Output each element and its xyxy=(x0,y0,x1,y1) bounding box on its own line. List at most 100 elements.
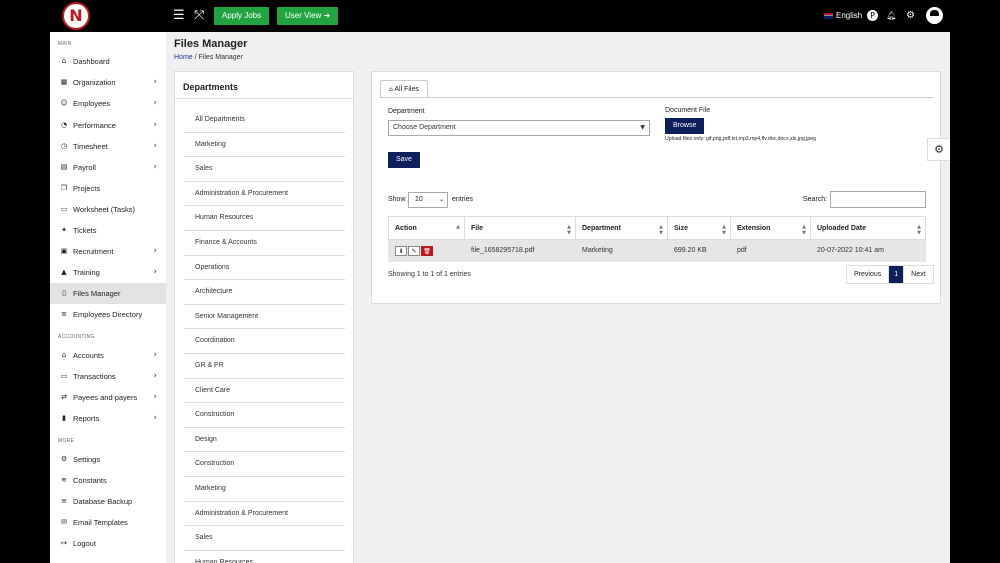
sidebar-item-constants[interactable]: ≋ Constants xyxy=(50,470,166,491)
department-item[interactable]: Administration & Procurement xyxy=(184,182,345,207)
top-bar: N ☰ ⤧ Apply Jobs User View ➜ English P 🔔… xyxy=(50,0,950,32)
bell-icon[interactable]: 🔔︎ xyxy=(886,10,897,21)
browse-button[interactable]: Browse xyxy=(665,118,705,134)
department-item[interactable]: Operations xyxy=(184,256,345,281)
layers-icon: ≋ xyxy=(61,476,67,484)
avatar[interactable] xyxy=(926,7,943,24)
p-badge-icon[interactable]: P xyxy=(867,10,878,21)
department-item[interactable]: Construction xyxy=(184,452,345,477)
save-button[interactable]: Save xyxy=(388,152,420,168)
column-header-department[interactable]: Department ▲ ▼ xyxy=(575,216,668,240)
department-item[interactable]: Architecture xyxy=(184,280,345,305)
sidebar-item-label: Organization xyxy=(73,78,116,87)
department-item[interactable]: All Departments xyxy=(184,108,345,133)
department-item[interactable]: Marketing xyxy=(184,133,345,158)
settings-gear-icon[interactable]: ⚙ xyxy=(927,138,950,161)
sort-icon: ▲ ▼ xyxy=(917,224,921,236)
sidebar-item-dashboard[interactable]: ⌂ Dashboard xyxy=(50,51,166,72)
trash-icon[interactable]: 🗑︎ xyxy=(421,245,433,256)
department-item[interactable]: Sales xyxy=(184,157,345,182)
sidebar-section-main: MAIN xyxy=(58,41,72,47)
download-icon[interactable]: ⬇ xyxy=(395,245,407,256)
bank-icon: ⌂ xyxy=(61,351,67,359)
language-selector[interactable]: English xyxy=(824,11,862,21)
sidebar-item-payees-and-payers[interactable]: ⇄ Payees and payers › xyxy=(50,387,166,408)
sidebar-item-tickets[interactable]: ✦ Tickets xyxy=(50,220,166,241)
chevron-right-icon: › xyxy=(153,77,157,87)
department-item[interactable]: GR & PR xyxy=(184,354,345,379)
home-icon: ⌂ xyxy=(61,57,67,65)
sidebar-item-payroll[interactable]: ▤ Payroll › xyxy=(50,157,166,178)
tab-all-files[interactable]: ⌂ All Files xyxy=(380,80,428,98)
pagination: Previous 1 Next xyxy=(846,265,934,284)
column-header-label: Extension xyxy=(737,224,771,232)
hamburger-menu-icon[interactable]: ☰ xyxy=(173,9,185,23)
department-item[interactable]: Administration & Procurement xyxy=(184,502,345,527)
sidebar-item-recruitment[interactable]: ▣ Recruitment › xyxy=(50,241,166,262)
page-title: Files Manager xyxy=(174,38,248,50)
department-select[interactable]: Choose Department ▼ xyxy=(388,120,650,136)
sidebar-item-employees[interactable]: ☺ Employees › xyxy=(50,93,166,114)
department-item[interactable]: Human Resources xyxy=(184,206,345,231)
sidebar-item-transactions[interactable]: ▭ Transactions › xyxy=(50,366,166,387)
department-select-value: Choose Department xyxy=(393,124,456,131)
document-file-label: Document File xyxy=(665,107,711,114)
divider xyxy=(175,98,353,99)
column-header-size[interactable]: Size ▲ ▼ xyxy=(667,216,731,240)
user-icon: ☺ xyxy=(60,99,68,107)
sidebar-item-label: Training xyxy=(73,268,100,277)
chevron-right-icon: › xyxy=(153,267,157,277)
sidebar-item-employees-directory[interactable]: ≡ Employees Directory xyxy=(50,304,166,325)
edit-icon[interactable]: ✎ xyxy=(408,245,420,256)
department-item[interactable]: Construction xyxy=(184,403,345,428)
apply-jobs-button[interactable]: Apply Jobs xyxy=(214,7,270,25)
entries-label: entries xyxy=(452,196,474,203)
sidebar-item-files-manager[interactable]: ▯ Files Manager xyxy=(50,283,166,304)
sidebar-item-worksheet-tasks[interactable]: ▭ Worksheet (Tasks) xyxy=(50,199,166,220)
sidebar-item-database-backup[interactable]: ≡ Database Backup xyxy=(50,491,166,512)
department-item[interactable]: Senior Management xyxy=(184,305,345,330)
department-item[interactable]: Marketing xyxy=(184,477,345,502)
fullscreen-icon[interactable]: ⤧ xyxy=(194,9,204,23)
table-info: Showing 1 to 1 of 1 entries xyxy=(388,271,471,278)
department-item[interactable]: Human Resources xyxy=(184,551,345,563)
column-header-action[interactable]: Action ▲ xyxy=(388,216,465,240)
entries-select[interactable]: 10 ⌄ xyxy=(408,192,448,208)
page-button-1[interactable]: 1 xyxy=(889,266,905,283)
department-item[interactable]: Finance & Accounts xyxy=(184,231,345,256)
sidebar-item-projects[interactable]: ❐ Projects xyxy=(50,178,166,199)
sidebar-item-email-templates[interactable]: ✉ Email Templates xyxy=(50,512,166,533)
sidebar-item-reports[interactable]: ▮ Reports › xyxy=(50,408,166,429)
user-view-button[interactable]: User View ➜ xyxy=(277,7,339,25)
sidebar-item-training[interactable]: ▲ Training › xyxy=(50,262,166,283)
column-header-extension[interactable]: Extension ▲ ▼ xyxy=(730,216,811,240)
sidebar-item-accounts[interactable]: ⌂ Accounts › xyxy=(50,345,166,366)
department-item[interactable]: Client Care xyxy=(184,379,345,404)
sidebar-item-logout[interactable]: ↦ Logout xyxy=(50,533,166,554)
sidebar-item-label: Timesheet xyxy=(73,142,108,151)
gear-icon[interactable]: ⚙ xyxy=(905,10,916,21)
department-item[interactable]: Coordination xyxy=(184,329,345,354)
sidebar-item-label: Payroll xyxy=(73,163,96,172)
files-table: Action ▲ File ▲ ▼ Department ▲ ▼ Size ▲ ▼ Exten… xyxy=(388,216,926,262)
search-input[interactable] xyxy=(830,191,926,208)
sidebar-item-settings[interactable]: ⚙ Settings xyxy=(50,449,166,470)
logo[interactable]: N xyxy=(62,2,90,30)
sidebar-item-performance[interactable]: ◔ Performance › xyxy=(50,115,166,136)
sort-icon: ▲ ▼ xyxy=(722,224,726,236)
column-header-uploaded-date[interactable]: Uploaded Date ▲ ▼ xyxy=(810,216,926,240)
graduation-icon: ▲ xyxy=(61,268,67,276)
show-label: Show xyxy=(388,196,406,203)
department-item[interactable]: Sales xyxy=(184,526,345,551)
breadcrumb-home-link[interactable]: Home xyxy=(174,54,193,61)
previous-button[interactable]: Previous xyxy=(847,266,890,283)
column-header-file[interactable]: File ▲ ▼ xyxy=(464,216,576,240)
breadcrumb-separator: / xyxy=(194,54,197,61)
chevron-right-icon: › xyxy=(153,392,157,402)
chevron-down-icon: ⌄ xyxy=(438,196,444,203)
upload-hint: Upload files only: gif,png,pdf,txt,mp3,m… xyxy=(665,136,816,142)
sidebar-item-organization[interactable]: ▦ Organization › xyxy=(50,72,166,93)
department-item[interactable]: Design xyxy=(184,428,345,453)
sidebar-item-timesheet[interactable]: ◷ Timesheet › xyxy=(50,136,166,157)
next-button[interactable]: Next xyxy=(904,266,932,283)
